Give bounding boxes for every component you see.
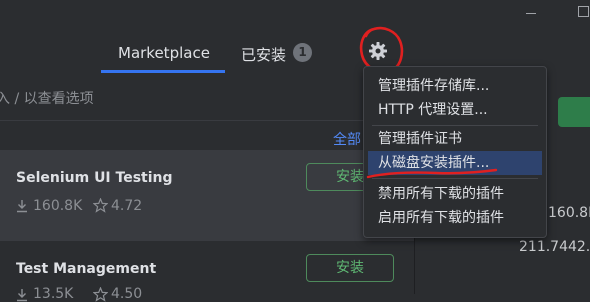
download-icon — [17, 289, 27, 302]
star-icon — [93, 287, 108, 302]
plugin-name[interactable]: Selenium UI Testing — [16, 170, 173, 186]
annotation-underline — [366, 168, 498, 179]
plugin-rating: 4.72 — [111, 198, 143, 214]
plugin-downloads: 13.5K — [33, 286, 74, 302]
search-divider — [0, 120, 414, 121]
detail-downloads: 160.8K — [548, 205, 590, 221]
menu-item-manage-certificates[interactable]: 管理插件证书 — [364, 127, 546, 151]
menu-item-disable-all-downloaded[interactable]: 禁用所有下载的插件 — [364, 182, 546, 206]
detail-text: 211.7442. — [519, 239, 590, 255]
menu-separator — [372, 125, 538, 126]
search-input[interactable]: 入 / 以查看选项 — [0, 88, 94, 108]
menu-item-enable-all-downloaded[interactable]: 启用所有下载的插件 — [364, 206, 546, 230]
tab-marketplace[interactable]: Marketplace — [101, 37, 225, 73]
detail-install-button[interactable] — [558, 97, 590, 127]
plugin-rating: 4.50 — [111, 286, 143, 302]
tab-marketplace-label: Marketplace — [118, 44, 210, 62]
menu-item-manage-repositories[interactable]: 管理插件存储库... — [364, 74, 546, 98]
settings-dropdown-menu: 管理插件存储库... HTTP 代理设置... 管理插件证书 从磁盘安装插件..… — [363, 66, 547, 238]
tab-active-indicator — [101, 70, 225, 73]
installed-count-badge: 1 — [293, 43, 312, 62]
install-button[interactable]: 安装 — [306, 254, 394, 282]
download-icon — [17, 200, 27, 213]
maximize-button[interactable] — [578, 6, 589, 17]
plugin-downloads: 160.8K — [33, 198, 83, 214]
filter-all-link[interactable]: 全部 — [333, 129, 361, 149]
menu-item-http-proxy[interactable]: HTTP 代理设置... — [364, 98, 546, 122]
star-icon — [93, 198, 108, 213]
minimize-button[interactable] — [526, 13, 536, 14]
tab-installed-label: 已安装 — [241, 46, 287, 64]
plugin-name[interactable]: Test Management — [16, 261, 156, 277]
